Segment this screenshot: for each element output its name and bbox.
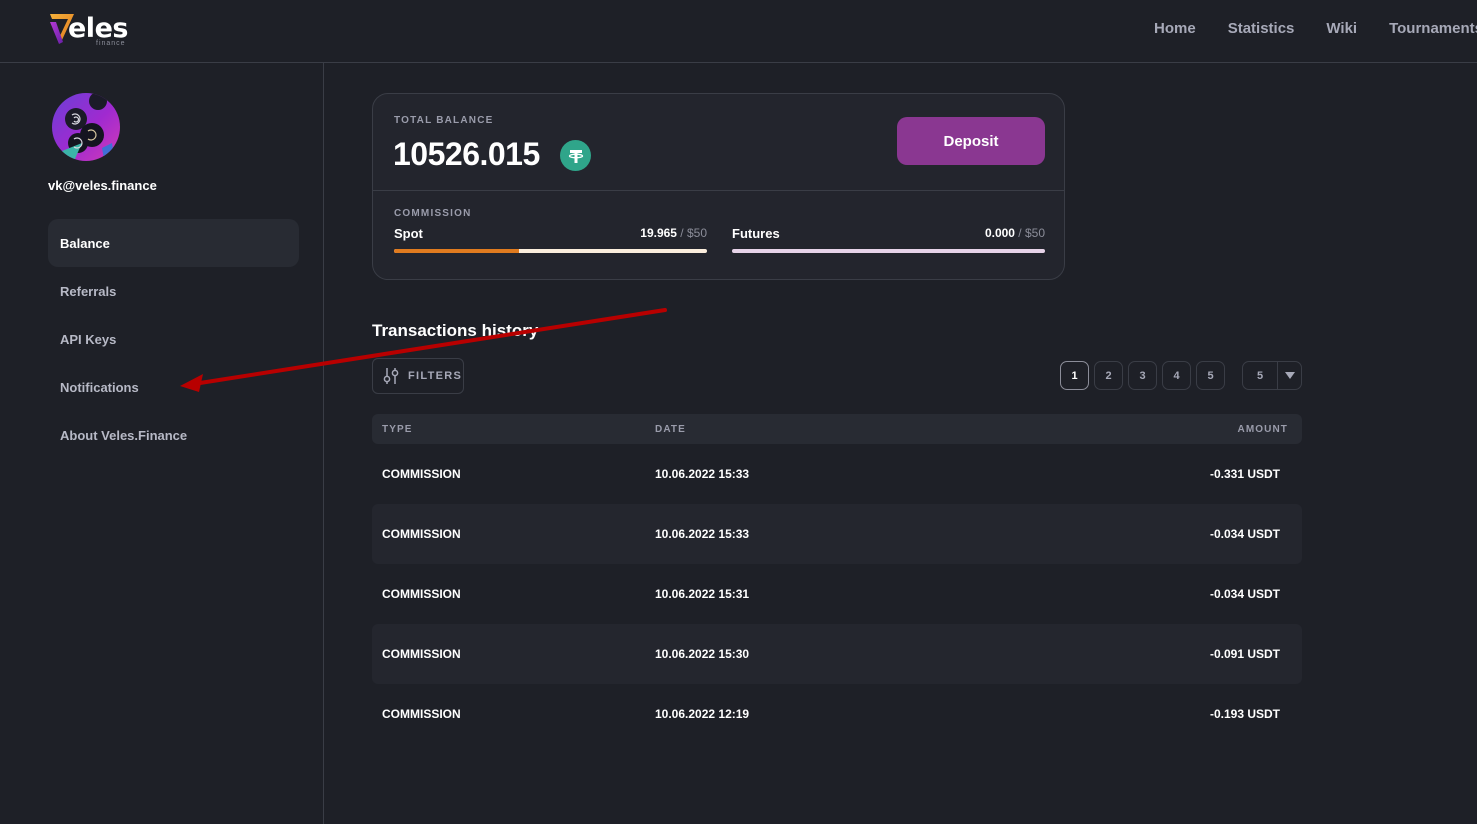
cell-date: 10.06.2022 12:19 bbox=[655, 707, 750, 721]
balance-card: TOTAL BALANCE 10526.015 Deposit COMMISSI… bbox=[372, 93, 1065, 280]
sidebar-item-about[interactable]: About Veles.Finance bbox=[48, 411, 299, 459]
spot-progress-bar bbox=[394, 249, 707, 253]
cell-amount: -0.034 USDT bbox=[1209, 527, 1280, 541]
page-button-4[interactable]: 4 bbox=[1162, 361, 1191, 390]
table-row: COMMISSION 10.06.2022 12:19 -0.193 USDT bbox=[372, 684, 1302, 744]
spot-commission: Spot 19.965 / $50 bbox=[394, 226, 707, 253]
page-button-5[interactable]: 5 bbox=[1196, 361, 1225, 390]
sidebar: vk@veles.finance Balance Referrals API K… bbox=[0, 63, 324, 824]
futures-current: 0.000 bbox=[984, 226, 1015, 240]
spot-max: / $50 bbox=[676, 226, 707, 240]
spot-progress-fill bbox=[394, 249, 519, 253]
total-balance-value: 10526.015 bbox=[393, 136, 540, 172]
transactions-table: TYPE DATE AMOUNT COMMISSION 10.06.2022 1… bbox=[372, 414, 1302, 744]
column-type: TYPE bbox=[382, 423, 413, 435]
filter-sliders-icon bbox=[383, 368, 399, 384]
cell-type: COMMISSION bbox=[382, 707, 461, 721]
nav-statistics[interactable]: Statistics bbox=[1228, 20, 1295, 37]
futures-value: 0.000 / $50 bbox=[985, 226, 1045, 241]
column-date: DATE bbox=[655, 423, 686, 435]
sidebar-item-balance[interactable]: Balance bbox=[48, 219, 299, 267]
per-page-select[interactable]: 5 bbox=[1242, 361, 1302, 390]
cell-type: COMMISSION bbox=[382, 587, 461, 601]
table-row: COMMISSION 10.06.2022 15:30 -0.091 USDT bbox=[372, 624, 1302, 684]
cell-date: 10.06.2022 15:33 bbox=[655, 527, 750, 541]
futures-max: / $50 bbox=[1014, 226, 1045, 240]
tether-icon bbox=[560, 140, 591, 171]
filters-label: FILTERS bbox=[408, 370, 463, 382]
spot-label: Spot bbox=[394, 226, 423, 241]
cell-amount: -0.331 USDT bbox=[1209, 467, 1280, 481]
nav-tournaments[interactable]: Tournaments bbox=[1389, 20, 1477, 37]
caret-down-icon[interactable] bbox=[1278, 362, 1301, 389]
spot-value: 19.965 / $50 bbox=[640, 226, 707, 241]
sidebar-item-referrals[interactable]: Referrals bbox=[48, 267, 299, 315]
sidebar-item-notifications[interactable]: Notifications bbox=[48, 363, 299, 411]
futures-label: Futures bbox=[732, 226, 780, 241]
cell-date: 10.06.2022 15:30 bbox=[655, 647, 750, 661]
cell-amount: -0.034 USDT bbox=[1209, 587, 1280, 601]
nav-wiki[interactable]: Wiki bbox=[1326, 20, 1357, 37]
cell-amount: -0.091 USDT bbox=[1209, 647, 1280, 661]
avatar-image-icon bbox=[62, 93, 114, 161]
table-row: COMMISSION 10.06.2022 15:33 -0.331 USDT bbox=[372, 444, 1302, 504]
futures-progress-bar bbox=[732, 249, 1045, 253]
pagination: 1 2 3 4 5 bbox=[1060, 361, 1225, 390]
top-bar: eles finance Home Statistics Wiki Tourna… bbox=[0, 0, 1477, 63]
user-email: vk@veles.finance bbox=[48, 178, 157, 193]
cell-type: COMMISSION bbox=[382, 647, 461, 661]
table-row: COMMISSION 10.06.2022 15:33 -0.034 USDT bbox=[372, 504, 1302, 564]
cell-amount: -0.193 USDT bbox=[1209, 707, 1280, 721]
filters-button[interactable]: FILTERS bbox=[372, 358, 464, 394]
sidebar-menu: Balance Referrals API Keys Notifications… bbox=[48, 219, 299, 459]
spot-current: 19.965 bbox=[640, 226, 677, 240]
logo-subtext: finance bbox=[96, 40, 126, 47]
total-balance-label: TOTAL BALANCE bbox=[394, 115, 494, 126]
per-page-value: 5 bbox=[1243, 362, 1278, 389]
veles-logo[interactable]: eles finance bbox=[48, 10, 138, 50]
avatar[interactable] bbox=[52, 93, 120, 161]
page-button-3[interactable]: 3 bbox=[1128, 361, 1157, 390]
deposit-button[interactable]: Deposit bbox=[897, 117, 1045, 165]
sidebar-item-api-keys[interactable]: API Keys bbox=[48, 315, 299, 363]
page-button-1[interactable]: 1 bbox=[1060, 361, 1089, 390]
cell-date: 10.06.2022 15:31 bbox=[655, 587, 750, 601]
nav-home[interactable]: Home bbox=[1154, 20, 1196, 37]
commission-label: COMMISSION bbox=[394, 208, 472, 219]
column-amount: AMOUNT bbox=[1237, 423, 1288, 435]
table-row: COMMISSION 10.06.2022 15:31 -0.034 USDT bbox=[372, 564, 1302, 624]
transactions-title: Transactions history bbox=[372, 321, 539, 340]
cell-type: COMMISSION bbox=[382, 467, 461, 481]
page-button-2[interactable]: 2 bbox=[1094, 361, 1123, 390]
futures-commission: Futures 0.000 / $50 bbox=[732, 226, 1045, 253]
cell-type: COMMISSION bbox=[382, 527, 461, 541]
cell-date: 10.06.2022 15:33 bbox=[655, 467, 750, 481]
table-header: TYPE DATE AMOUNT bbox=[372, 414, 1302, 444]
main-nav: Home Statistics Wiki Tournaments bbox=[1154, 20, 1477, 37]
total-balance-section: TOTAL BALANCE 10526.015 Deposit bbox=[373, 94, 1064, 191]
